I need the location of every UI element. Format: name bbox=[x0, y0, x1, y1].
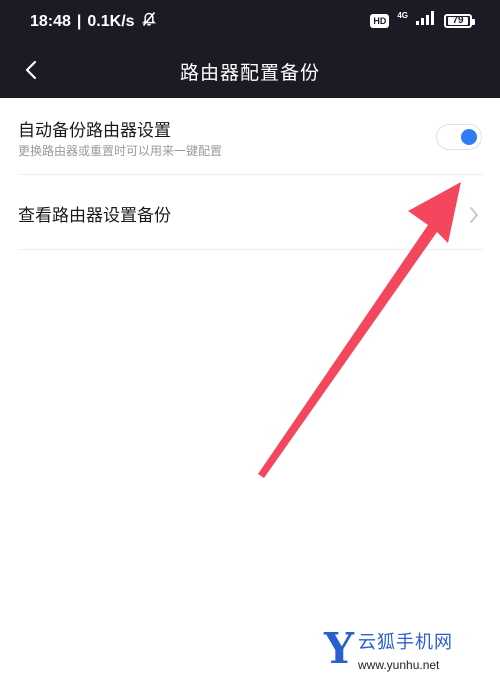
status-left: 18:48 | 0.1K/s bbox=[30, 11, 157, 32]
hd-badge: HD bbox=[370, 13, 390, 28]
view-backup-row[interactable]: 查看路由器设置备份 bbox=[18, 175, 482, 250]
settings-list: 自动备份路由器设置 更换路由器或重置时可以用来一键配置 查看路由器设置备份 bbox=[0, 98, 500, 250]
status-bar: 18:48 | 0.1K/s HD 4G 79 bbox=[0, 0, 500, 44]
chevron-right-icon bbox=[468, 205, 480, 229]
network-type-label: 4G bbox=[397, 11, 408, 20]
auto-backup-title: 自动备份路由器设置 bbox=[18, 121, 171, 141]
toggle-knob bbox=[461, 129, 477, 145]
battery-level: 79 bbox=[448, 15, 468, 25]
status-divider: | bbox=[76, 12, 82, 30]
signal-bars-icon bbox=[416, 11, 436, 30]
title-bar: 路由器配置备份 bbox=[0, 44, 500, 98]
bell-off-icon bbox=[141, 11, 157, 32]
status-right: HD 4G 79 bbox=[370, 11, 475, 30]
auto-backup-row: 自动备份路由器设置 更换路由器或重置时可以用来一键配置 bbox=[18, 98, 482, 175]
status-time: 18:48 bbox=[30, 12, 71, 30]
view-backup-title: 查看路由器设置备份 bbox=[18, 206, 171, 226]
watermark-url: www.yunhu.net bbox=[358, 658, 440, 672]
battery-icon: 79 bbox=[444, 13, 475, 28]
auto-backup-subtitle: 更换路由器或重置时可以用来一键配置 bbox=[18, 144, 223, 158]
status-network-speed: 0.1K/s bbox=[87, 12, 135, 30]
page-title: 路由器配置备份 bbox=[179, 62, 320, 84]
watermark-logo-letter: Y bbox=[324, 624, 354, 673]
watermark: Y 云狐手机网 www.yunhu.net bbox=[324, 626, 474, 678]
watermark-name: 云狐手机网 bbox=[358, 632, 453, 653]
auto-backup-toggle[interactable] bbox=[436, 124, 482, 150]
